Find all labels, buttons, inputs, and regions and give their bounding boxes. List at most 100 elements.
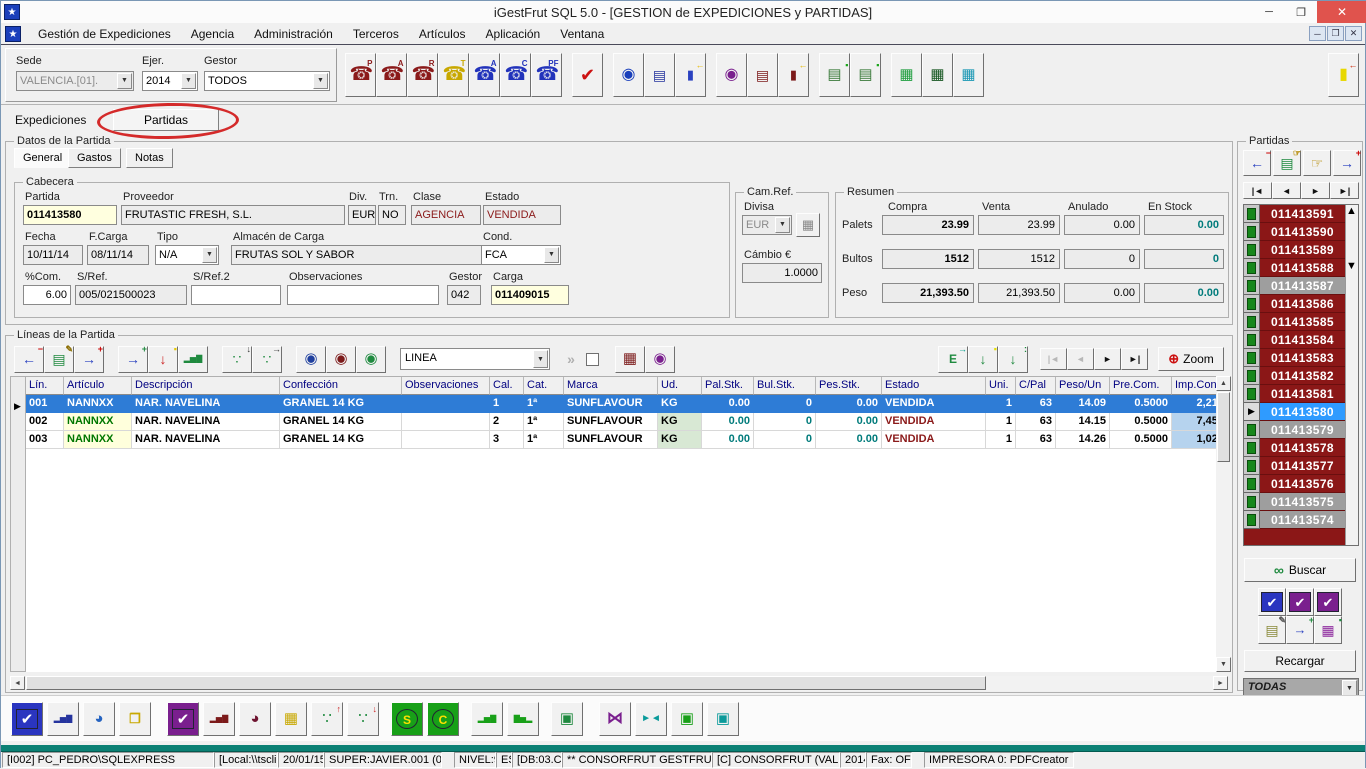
cell[interactable]: 0 bbox=[754, 413, 816, 431]
cell[interactable]: 1 bbox=[490, 395, 524, 413]
check-purple-big-button[interactable]: ✔ bbox=[167, 702, 199, 736]
square-green-2-button[interactable]: ▣ bbox=[707, 702, 739, 736]
divisa-field[interactable]: EUR bbox=[348, 205, 376, 225]
partida-list-item[interactable]: 011413589 bbox=[1244, 241, 1345, 259]
column-header-2[interactable]: Descripción bbox=[132, 377, 280, 395]
box-check-purple-f-button[interactable]: ✔ bbox=[1286, 588, 1314, 616]
tree-move-button[interactable]: ∵→ bbox=[252, 346, 282, 373]
lineas-checkbox[interactable] bbox=[586, 353, 599, 366]
copy-pages-button[interactable]: ❐ bbox=[119, 702, 151, 736]
recargar-button[interactable]: Recargar bbox=[1244, 650, 1356, 672]
cell[interactable]: 0.5000 bbox=[1110, 413, 1172, 431]
column-header-1[interactable]: Artículo bbox=[64, 377, 132, 395]
cell[interactable]: 0 bbox=[754, 395, 816, 413]
mdi-restore-button[interactable]: ❐ bbox=[1327, 26, 1344, 41]
mdi-close-button[interactable]: ✕ bbox=[1345, 26, 1362, 41]
partida-field[interactable]: 011413580 bbox=[23, 205, 117, 225]
cell[interactable]: VENDIDA bbox=[882, 395, 986, 413]
cell[interactable]: KG bbox=[658, 413, 702, 431]
cell[interactable]: 003 bbox=[26, 431, 64, 449]
cell[interactable]: 1 bbox=[986, 413, 1016, 431]
column-header-17[interactable]: Imp.Con bbox=[1172, 377, 1216, 395]
globe-blue-button[interactable]: ◉ bbox=[613, 53, 644, 97]
linea-combo[interactable]: LINEA▼ bbox=[400, 348, 550, 370]
table-row[interactable]: 001NANNXXNAR. NAVELINAGRANEL 14 KG11ªSUN… bbox=[26, 395, 1216, 413]
table-row[interactable]: 003NANNXXNAR. NAVELINAGRANEL 14 KG31ªSUN… bbox=[26, 431, 1216, 449]
doc-hand-button[interactable]: ▤☞ bbox=[1273, 150, 1301, 176]
scroll-up-icon[interactable]: ▲ bbox=[1216, 376, 1231, 391]
cell[interactable]: 2,219 bbox=[1172, 395, 1216, 413]
minimize-button[interactable]: ─ bbox=[1255, 1, 1283, 23]
buscar-button[interactable]: ∞Buscar bbox=[1244, 558, 1356, 582]
column-header-15[interactable]: Peso/Un bbox=[1056, 377, 1110, 395]
cambio-field[interactable]: 1.0000 bbox=[742, 263, 822, 283]
doc-edit-button[interactable]: ▤✎ bbox=[1258, 616, 1286, 644]
cell[interactable]: 0.00 bbox=[702, 431, 754, 449]
bars-green-2-button[interactable]: ▇▅▂ bbox=[507, 702, 539, 736]
line-insert-button[interactable]: →+ bbox=[118, 346, 148, 373]
cell[interactable]: SUNFLAVOUR bbox=[564, 395, 658, 413]
scroll-right-icon[interactable]: ► bbox=[1213, 676, 1228, 690]
partida-list-item[interactable]: 011413579 bbox=[1244, 421, 1345, 439]
cell[interactable]: KG bbox=[658, 395, 702, 413]
cell[interactable] bbox=[402, 431, 490, 449]
cell[interactable] bbox=[402, 395, 490, 413]
check-red-button[interactable]: ✔ bbox=[572, 53, 603, 97]
export-maroon-button[interactable]: ▮← bbox=[778, 53, 809, 97]
proveedor-field[interactable]: FRUTASTIC FRESH, S.L. bbox=[121, 205, 345, 225]
cell[interactable]: 0.00 bbox=[816, 431, 882, 449]
arrow-add-button[interactable]: →+ bbox=[1286, 616, 1314, 644]
cell[interactable]: VENDIDA bbox=[882, 431, 986, 449]
printer-blue-button[interactable]: ▤ bbox=[644, 53, 675, 97]
column-header-16[interactable]: Pre.Com. bbox=[1110, 377, 1172, 395]
scroll-down-icon[interactable]: ▼ bbox=[1346, 260, 1358, 273]
cell[interactable]: SUNFLAVOUR bbox=[564, 413, 658, 431]
exit-button[interactable]: ▮← bbox=[1328, 53, 1359, 97]
ball-maroon-button[interactable]: ◉ bbox=[326, 346, 356, 373]
chevron-down-icon[interactable]: ▼ bbox=[313, 73, 328, 89]
partidas-first-button[interactable]: |◄ bbox=[1243, 182, 1272, 199]
partidas-prev-button[interactable]: ◄ bbox=[1272, 182, 1301, 199]
column-header-5[interactable]: Cal. bbox=[490, 377, 524, 395]
pie-blue-button[interactable]: ◕ bbox=[83, 702, 115, 736]
export-e-button[interactable]: E→ bbox=[938, 346, 968, 373]
column-header-12[interactable]: Estado bbox=[882, 377, 986, 395]
phone-pf-6-button[interactable]: ☎PF bbox=[531, 53, 562, 97]
menu-agencia[interactable]: Agencia bbox=[182, 24, 243, 44]
column-header-3[interactable]: Confección bbox=[280, 377, 402, 395]
gestor-field[interactable]: 042 bbox=[447, 285, 481, 305]
partida-list-item[interactable]: 011413575 bbox=[1244, 493, 1345, 511]
cell[interactable]: 1,020 bbox=[1172, 431, 1216, 449]
cell[interactable]: 1 bbox=[986, 395, 1016, 413]
cell[interactable]: 1 bbox=[986, 431, 1016, 449]
phone-p-0-button[interactable]: ☎P bbox=[345, 53, 376, 97]
partida-list-item[interactable]: 011413586 bbox=[1244, 295, 1345, 313]
ball-blue-button[interactable]: ◉ bbox=[296, 346, 326, 373]
squares-grid-button[interactable]: ▦▪ bbox=[1314, 616, 1342, 644]
partida-list-item[interactable]: 011413582 bbox=[1244, 367, 1345, 385]
cell[interactable]: GRANEL 14 KG bbox=[280, 395, 402, 413]
circle-c-button[interactable]: C bbox=[427, 702, 459, 736]
cell[interactable]: 2 bbox=[490, 413, 524, 431]
copy-down-2-button[interactable]: ↓: bbox=[998, 346, 1028, 373]
tab-notas[interactable]: Notas bbox=[126, 148, 173, 168]
org-green-1-button[interactable]: ∵↑ bbox=[311, 702, 343, 736]
partida-list-item[interactable]: 011413590 bbox=[1244, 223, 1345, 241]
cell[interactable]: 63 bbox=[1016, 431, 1056, 449]
partidas-next-button[interactable]: ► bbox=[1301, 182, 1330, 199]
partida-list-item[interactable]: 011413576 bbox=[1244, 475, 1345, 493]
square-green-1-button[interactable]: ▣ bbox=[671, 702, 703, 736]
trn-field[interactable]: NO bbox=[378, 205, 406, 225]
chevron-down-icon[interactable]: ▼ bbox=[533, 350, 548, 368]
calc-green-button[interactable]: ▦ bbox=[891, 53, 922, 97]
partida-list-item[interactable]: ▶011413580 bbox=[1244, 403, 1345, 421]
pie-maroon-button[interactable]: ◕ bbox=[239, 702, 271, 736]
cell[interactable]: NANNXX bbox=[64, 413, 132, 431]
sede-combo[interactable]: VALENCIA.[01].▼ bbox=[16, 71, 134, 91]
column-header-0[interactable]: Lín. bbox=[26, 377, 64, 395]
cell[interactable]: NAR. NAVELINA bbox=[132, 413, 280, 431]
cond-combo[interactable]: FCA▼ bbox=[481, 245, 561, 265]
column-header-11[interactable]: Pes.Stk. bbox=[816, 377, 882, 395]
cell[interactable]: GRANEL 14 KG bbox=[280, 431, 402, 449]
cell[interactable]: NAR. NAVELINA bbox=[132, 431, 280, 449]
